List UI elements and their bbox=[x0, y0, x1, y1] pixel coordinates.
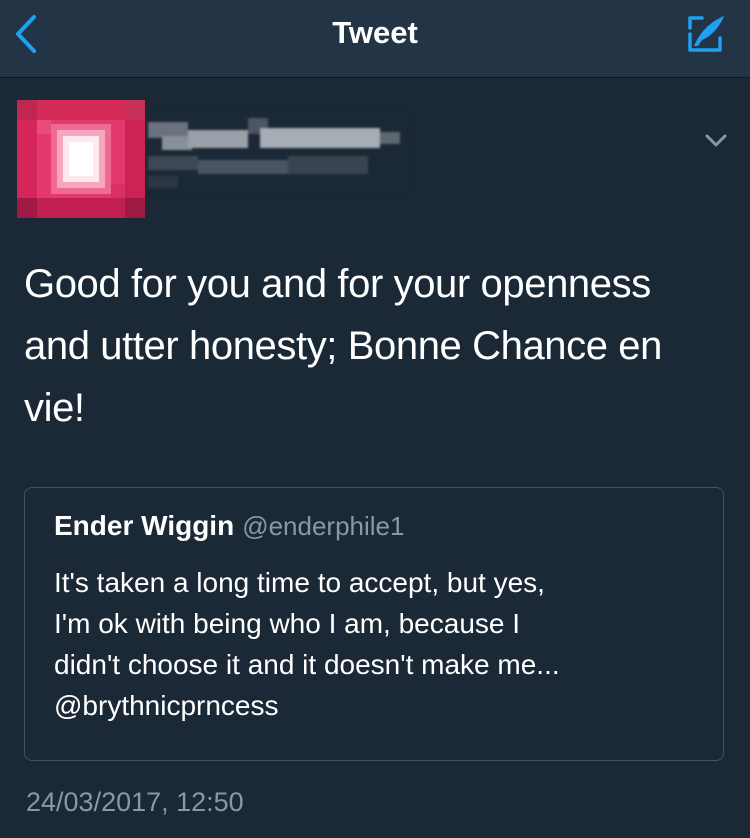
quoted-tweet-line: didn't choose it and it doesn't make me.… bbox=[54, 649, 560, 680]
quoted-tweet-header: Ender Wiggin @enderphile1 bbox=[54, 510, 404, 542]
quoted-author-name: Ender Wiggin bbox=[54, 510, 235, 541]
tweet-menu-button[interactable] bbox=[698, 126, 734, 156]
quoted-tweet-mention[interactable]: @brythnicprncess bbox=[54, 685, 704, 726]
quoted-tweet-text: It's taken a long time to accept, but ye… bbox=[54, 562, 704, 726]
quoted-tweet-card[interactable]: Ender Wiggin @enderphile1 It's taken a lo… bbox=[24, 487, 724, 761]
pixelated-avatar-image bbox=[17, 100, 145, 218]
author-name-pixelated bbox=[148, 112, 408, 192]
chevron-down-icon bbox=[705, 134, 727, 147]
compose-tweet-button[interactable] bbox=[680, 12, 730, 56]
page-title: Tweet bbox=[332, 15, 418, 50]
compose-tweet-icon bbox=[688, 16, 724, 52]
avatar[interactable] bbox=[17, 100, 145, 218]
quoted-author-handle: @enderphile1 bbox=[242, 511, 405, 541]
nav-bar: Tweet bbox=[0, 0, 750, 78]
quoted-tweet-line: I'm ok with being who I am, because I bbox=[54, 608, 521, 639]
tweet-text: Good for you and for your openness and u… bbox=[24, 262, 662, 430]
tweet-timestamp: 24/03/2017, 12:50 bbox=[26, 787, 244, 817]
quoted-tweet-line: It's taken a long time to accept, but ye… bbox=[54, 567, 545, 598]
